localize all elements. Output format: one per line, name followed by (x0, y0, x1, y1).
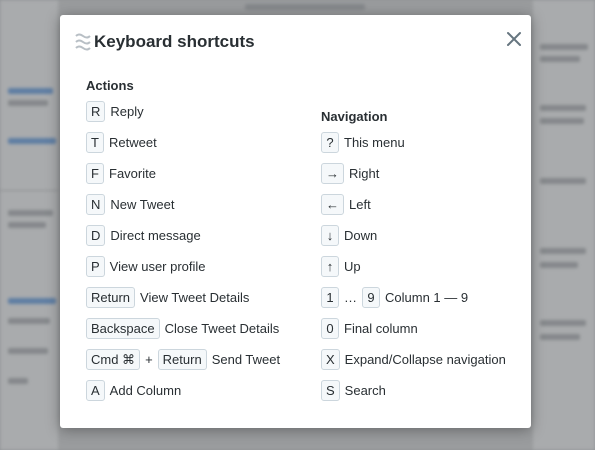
navigation-shortcut-row: 1 … 9 Column 1 — 9 (321, 286, 468, 309)
keyboard-shortcuts-dialog: Keyboard shortcuts Actions Navigation RR… (60, 15, 531, 428)
key-cap: F (86, 163, 104, 184)
key-cap: S (321, 380, 340, 401)
key-cap: Cmd ⌘ (86, 349, 141, 370)
shortcut-label: Add Column (109, 383, 182, 398)
bg-text (8, 318, 50, 324)
key-cap: Return (86, 287, 136, 308)
key-cap: N (86, 194, 106, 215)
key-cap: P (86, 256, 105, 277)
bg-text (540, 178, 586, 184)
shortcut-label: Up (344, 259, 361, 274)
action-shortcut-row: N New Tweet (86, 193, 174, 216)
action-shortcut-row: P View user profile (86, 255, 206, 278)
key-cap: ← (321, 194, 344, 215)
navigation-heading: Navigation (321, 109, 388, 124)
shortcut-label: Reply (110, 104, 144, 119)
close-icon[interactable] (503, 28, 525, 50)
key-cap: A (86, 380, 105, 401)
bg-link (8, 298, 56, 304)
shortcut-label: Column 1 — 9 (385, 290, 469, 305)
shortcut-label: This menu (344, 135, 405, 150)
key-cap: Return (157, 349, 207, 370)
bg-header-text (245, 4, 365, 10)
bg-text (540, 320, 586, 326)
shortcut-label: Left (349, 197, 371, 212)
action-shortcut-row: Cmd ⌘ + Return Send Tweet (86, 348, 280, 371)
key-cap: 0 (321, 318, 339, 339)
shortcut-label: Right (349, 166, 380, 181)
key-joiner: … (344, 290, 357, 305)
key-cap: T (86, 132, 104, 153)
shortcut-label: Retweet (109, 135, 157, 150)
action-shortcut-row: A Add Column (86, 379, 181, 402)
bg-column-right (533, 0, 595, 450)
bg-text (540, 44, 588, 50)
action-shortcut-row: R Reply (86, 100, 144, 123)
action-shortcut-row: F Favorite (86, 162, 156, 185)
shortcut-label: Close Tweet Details (164, 321, 280, 336)
key-joiner: + (145, 352, 153, 367)
key-cap: → (321, 163, 344, 184)
action-shortcut-row: D Direct message (86, 224, 201, 247)
shortcut-label: View user profile (109, 259, 206, 274)
bg-link (8, 88, 53, 94)
key-cap: D (86, 225, 106, 246)
shortcut-label: View Tweet Details (140, 290, 250, 305)
bg-text (540, 262, 578, 268)
shortcut-label: Final column (344, 321, 418, 336)
shortcut-label: Direct message (110, 228, 201, 243)
dialog-title: Keyboard shortcuts (94, 32, 255, 51)
key-cap: ? (321, 132, 339, 153)
navigation-shortcut-row: ↑ Up (321, 255, 361, 278)
navigation-shortcut-row: S Search (321, 379, 386, 402)
shortcut-label: Send Tweet (211, 352, 281, 367)
bg-text (540, 118, 584, 124)
shortcut-label: Search (344, 383, 386, 398)
navigation-shortcut-row: ? This menu (321, 131, 405, 154)
action-shortcut-row: Return View Tweet Details (86, 286, 249, 309)
bg-text (540, 105, 586, 111)
bg-text (8, 100, 48, 106)
keyboard-icon (75, 33, 91, 51)
key-cap: X (321, 349, 340, 370)
bg-separator (0, 190, 58, 191)
key-cap: ↑ (321, 256, 339, 277)
key-cap: Backspace (86, 318, 160, 339)
key-cap: 9 (362, 287, 380, 308)
navigation-shortcut-row: 0 Final column (321, 317, 418, 340)
shortcut-label: Down (344, 228, 378, 243)
key-cap: 1 (321, 287, 339, 308)
bg-text (540, 248, 586, 254)
key-cap: R (86, 101, 106, 122)
navigation-shortcut-row: X Expand/Collapse navigation (321, 348, 506, 371)
navigation-shortcut-row: ↓ Down (321, 224, 377, 247)
bg-text (540, 56, 580, 62)
bg-text (540, 334, 580, 340)
navigation-shortcut-row: → Right (321, 162, 379, 185)
shortcut-label: Favorite (109, 166, 156, 181)
bg-text (8, 222, 46, 228)
bg-text (8, 210, 53, 216)
actions-heading: Actions (86, 78, 134, 93)
navigation-shortcut-row: ← Left (321, 193, 371, 216)
action-shortcut-row: T Retweet (86, 131, 157, 154)
key-cap: ↓ (321, 225, 339, 246)
action-shortcut-row: Backspace Close Tweet Details (86, 317, 279, 340)
shortcut-label: New Tweet (110, 197, 175, 212)
bg-text (8, 348, 48, 354)
bg-link (8, 138, 56, 144)
shortcut-label: Expand/Collapse navigation (344, 352, 506, 367)
bg-text (8, 378, 28, 384)
